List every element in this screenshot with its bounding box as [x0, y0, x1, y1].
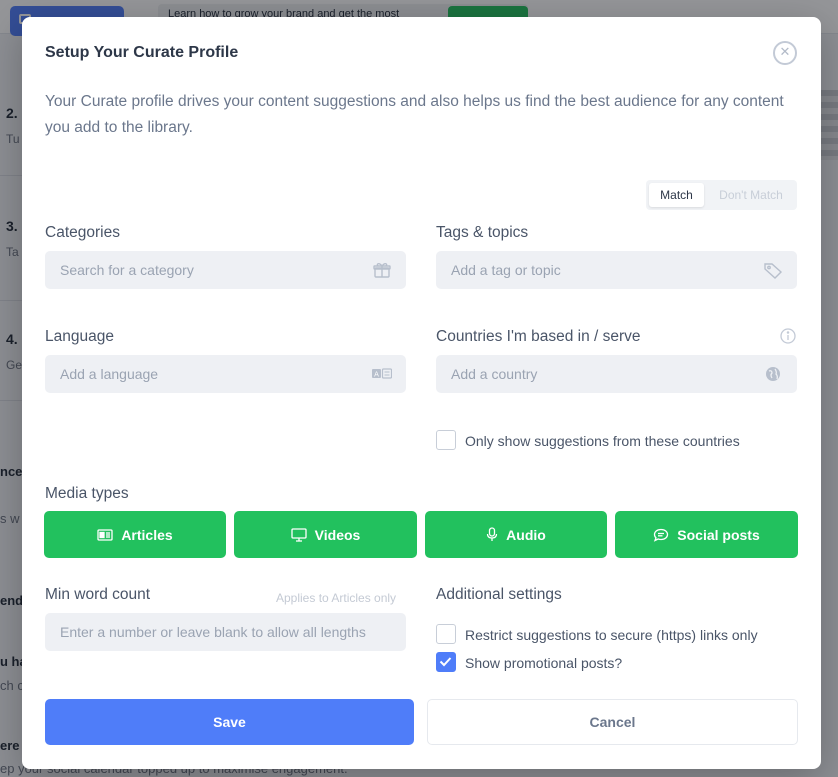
modal-description: Your Curate profile drives your content … [45, 93, 784, 136]
svg-text:A: A [374, 371, 379, 379]
close-button[interactable]: ✕ [773, 41, 797, 65]
translate-icon: A [372, 368, 392, 379]
media-type-audio-button[interactable]: Audio [425, 511, 607, 558]
country-input[interactable]: Add a country [436, 355, 797, 393]
dont-match-option[interactable]: Don't Match [708, 183, 794, 207]
https-only-label: Restrict suggestions to secure (https) l… [465, 627, 758, 643]
gift-icon [373, 263, 391, 278]
https-only-checkbox[interactable] [436, 624, 456, 644]
media-types-label: Media types [45, 485, 129, 502]
modal-title: Setup Your Curate Profile [45, 44, 239, 61]
min-word-count-placeholder: Enter a number or leave blank to allow a… [60, 624, 366, 640]
min-word-count-label: Min word count [45, 586, 151, 603]
media-type-label: Videos [314, 526, 361, 543]
category-search-input[interactable]: Search for a category [45, 251, 406, 289]
countries-label: Countries I'm based in / serve [436, 328, 641, 345]
tag-input[interactable]: Add a tag or topic [436, 251, 797, 289]
media-type-label: Audio [506, 526, 546, 543]
country-placeholder: Add a country [451, 366, 538, 382]
newspaper-icon [97, 528, 113, 541]
monitor-icon [291, 527, 307, 542]
media-type-social-posts-button[interactable]: Social posts [615, 511, 798, 558]
only-countries-label: Only show suggestions from these countri… [465, 433, 740, 449]
cancel-button[interactable]: Cancel [427, 699, 798, 745]
save-button[interactable]: Save [45, 699, 414, 745]
tag-icon [764, 263, 783, 279]
curate-profile-modal: Setup Your Curate Profile ✕ Your Curate … [22, 17, 821, 769]
chat-bubble-icon [654, 528, 669, 542]
tags-label: Tags & topics [436, 224, 529, 241]
close-icon: ✕ [779, 45, 791, 60]
promotional-posts-label: Show promotional posts? [465, 655, 623, 671]
only-countries-checkbox[interactable] [436, 430, 456, 450]
media-type-label: Social posts [677, 526, 760, 543]
microphone-icon [487, 527, 498, 541]
min-word-count-hint: Applies to Articles only [276, 591, 397, 605]
min-word-count-input[interactable]: Enter a number or leave blank to allow a… [45, 613, 406, 651]
info-icon[interactable] [780, 328, 796, 344]
promotional-posts-checkbox[interactable] [436, 652, 456, 672]
checkmark-icon [439, 657, 452, 667]
media-type-articles-button[interactable]: Articles [44, 511, 226, 558]
tag-placeholder: Add a tag or topic [451, 262, 561, 278]
additional-settings-label: Additional settings [436, 586, 562, 603]
match-option[interactable]: Match [649, 183, 704, 207]
categories-label: Categories [45, 224, 120, 241]
match-toggle: Match Don't Match [646, 180, 797, 210]
media-type-videos-button[interactable]: Videos [234, 511, 417, 558]
category-placeholder: Search for a category [60, 262, 194, 278]
globe-icon [766, 367, 780, 381]
language-label: Language [45, 328, 114, 345]
language-placeholder: Add a language [60, 366, 159, 382]
language-input[interactable]: Add a language A [45, 355, 406, 393]
media-type-label: Articles [121, 526, 173, 543]
